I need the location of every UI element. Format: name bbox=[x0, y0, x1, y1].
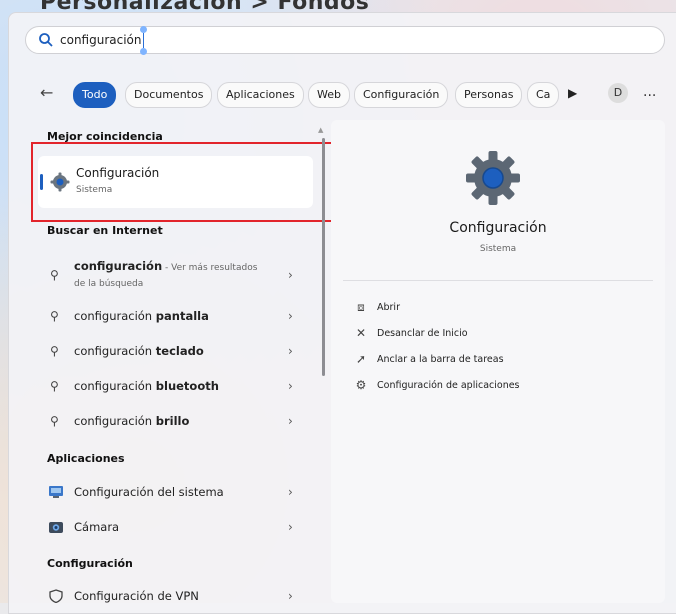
web-result-item[interactable]: ⚲ configuración bluetooth › bbox=[38, 371, 313, 401]
web-result-text: configuración - Ver más resultados de la… bbox=[74, 259, 257, 291]
search-icon: ⚲ bbox=[50, 309, 59, 323]
app-label: Cámara bbox=[74, 520, 120, 534]
tab-configuracion[interactable]: Configuración bbox=[354, 82, 449, 108]
details-title: Configuración bbox=[449, 220, 547, 236]
search-box[interactable]: configuración bbox=[25, 26, 665, 55]
web-result-keyword: bluetooth bbox=[155, 379, 219, 393]
chevron-right-icon: › bbox=[288, 485, 293, 499]
tab-todo[interactable]: Todo bbox=[73, 82, 117, 108]
camera-icon bbox=[49, 522, 63, 533]
chevron-right-icon: › bbox=[288, 268, 293, 282]
search-icon: ⚲ bbox=[50, 414, 59, 428]
pin-icon: ➚ bbox=[355, 352, 367, 366]
chevron-right-icon: › bbox=[288, 414, 293, 428]
play-icon[interactable]: ▶ bbox=[568, 86, 577, 100]
back-arrow-icon[interactable]: ← bbox=[40, 83, 53, 102]
filter-bar: ← Todo Documentos Aplicaciones Web Confi… bbox=[40, 82, 666, 108]
setting-label: Configuración de VPN bbox=[74, 589, 199, 603]
web-result-keyword: teclado bbox=[155, 344, 204, 358]
search-icon: ⚲ bbox=[50, 268, 59, 282]
shield-icon bbox=[49, 589, 63, 603]
chevron-right-icon: › bbox=[288, 379, 293, 393]
text-caret bbox=[139, 26, 147, 55]
apps-header: Aplicaciones bbox=[47, 452, 125, 465]
chevron-right-icon: › bbox=[288, 520, 293, 534]
details-pane: Configuración Sistema ⧈ Abrir ✕ Desancla… bbox=[331, 120, 665, 603]
system-settings-icon bbox=[49, 486, 63, 498]
tab-ca[interactable]: Ca bbox=[527, 82, 560, 108]
action-label: Anclar a la barra de tareas bbox=[377, 354, 504, 365]
gear-icon: ⚙ bbox=[355, 378, 367, 392]
web-result-query: configuración bbox=[74, 259, 163, 273]
web-result-item[interactable]: ⚲ configuración teclado › bbox=[38, 336, 313, 366]
details-subtitle: Sistema bbox=[479, 244, 517, 254]
web-result-item[interactable]: ⚲ configuración brillo › bbox=[38, 406, 313, 436]
web-result-keyword: pantalla bbox=[155, 309, 209, 323]
web-result-prefix: configuración bbox=[74, 344, 156, 358]
more-options-icon[interactable]: ... bbox=[643, 84, 656, 100]
action-label: Abrir bbox=[377, 302, 400, 313]
web-result-text: configuración bluetooth bbox=[74, 379, 219, 393]
search-input[interactable]: configuración bbox=[60, 26, 147, 55]
web-result-text: configuración pantalla bbox=[74, 309, 209, 323]
chevron-right-icon: › bbox=[288, 344, 293, 358]
gear-icon bbox=[466, 151, 520, 205]
chevron-right-icon: › bbox=[288, 589, 293, 603]
scroll-up-arrow-icon[interactable]: ▲ bbox=[318, 126, 323, 134]
scrollbar[interactable] bbox=[322, 138, 325, 376]
avatar[interactable]: D bbox=[608, 83, 628, 103]
web-result-item[interactable]: ⚲ configuración pantalla › bbox=[38, 301, 313, 331]
web-result-more: - Ver más resultados bbox=[162, 263, 258, 273]
app-item[interactable]: Cámara › bbox=[38, 512, 313, 542]
action-label: Desanclar de Inicio bbox=[377, 328, 468, 339]
web-search-header: Buscar en Internet bbox=[47, 224, 163, 237]
web-result-prefix: configuración bbox=[74, 379, 156, 393]
web-result-keyword: brillo bbox=[155, 414, 190, 428]
open-external-icon: ⧈ bbox=[357, 300, 365, 314]
divider bbox=[343, 280, 653, 281]
unpin-icon: ✕ bbox=[355, 326, 367, 340]
chevron-right-icon: › bbox=[288, 309, 293, 323]
web-result-prefix: configuración bbox=[74, 309, 156, 323]
settings-header: Configuración bbox=[47, 557, 133, 570]
web-result-more-line2: de la búsqueda bbox=[74, 279, 144, 289]
action-label: Configuración de aplicaciones bbox=[377, 380, 520, 391]
web-result-text: configuración teclado bbox=[74, 344, 204, 358]
search-icon bbox=[39, 33, 53, 47]
tab-web[interactable]: Web bbox=[308, 82, 350, 108]
tab-personas[interactable]: Personas bbox=[455, 82, 523, 108]
tab-aplicaciones[interactable]: Aplicaciones bbox=[217, 82, 304, 108]
tab-documentos[interactable]: Documentos bbox=[125, 82, 213, 108]
search-icon: ⚲ bbox=[50, 379, 59, 393]
setting-item[interactable]: Configuración de VPN › bbox=[38, 581, 313, 611]
app-item[interactable]: Configuración del sistema › bbox=[38, 477, 313, 507]
highlight-box bbox=[31, 142, 333, 222]
web-result-text: configuración brillo bbox=[74, 414, 189, 428]
search-icon: ⚲ bbox=[50, 344, 59, 358]
web-result-item[interactable]: ⚲ configuración - Ver más resultados de … bbox=[38, 256, 313, 292]
app-label: Configuración del sistema bbox=[74, 485, 224, 499]
web-result-prefix: configuración bbox=[74, 414, 156, 428]
